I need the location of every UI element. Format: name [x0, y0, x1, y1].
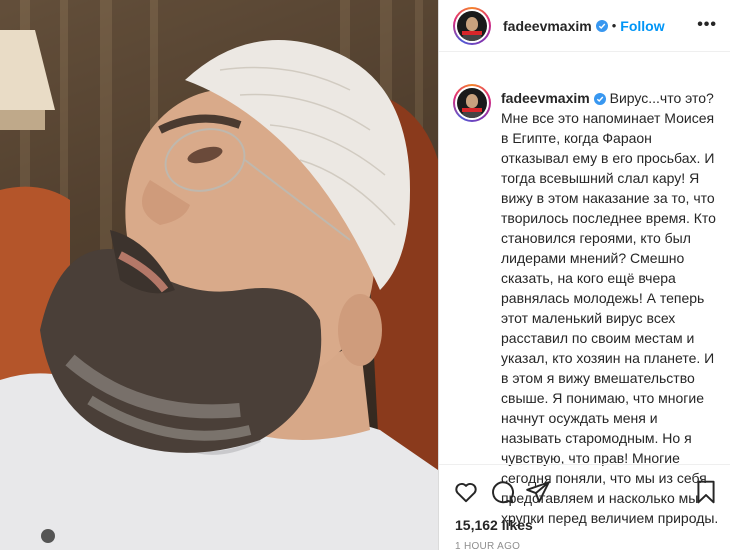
- post-sidebar: fadeevmaxim • Follow ••• fadeevmaxim Вир…: [438, 0, 730, 550]
- more-options-icon[interactable]: •••: [697, 16, 717, 34]
- follow-button[interactable]: Follow: [620, 18, 664, 34]
- caption-avatar[interactable]: [453, 84, 491, 122]
- verified-badge-icon: [593, 93, 606, 105]
- bookmark-icon[interactable]: [693, 479, 719, 505]
- author-avatar[interactable]: [453, 6, 491, 45]
- verified-badge-icon: [595, 19, 608, 32]
- share-icon[interactable]: [525, 479, 551, 505]
- author-username[interactable]: fadeevmaxim: [503, 18, 592, 34]
- caption-body: Вирус...что это? Мне все это напоминает …: [501, 90, 719, 526]
- likes-count[interactable]: 15,162 likes: [455, 517, 533, 533]
- post-actions: 15,162 likes 1 HOUR AGO: [439, 464, 730, 550]
- caption-username[interactable]: fadeevmaxim: [501, 90, 590, 106]
- heart-icon[interactable]: [453, 479, 479, 505]
- comment-icon[interactable]: [489, 479, 515, 505]
- post-timestamp[interactable]: 1 HOUR AGO: [455, 541, 520, 550]
- caption-text-block: fadeevmaxim Вирус...что это? Мне все это…: [501, 88, 719, 528]
- post-caption: fadeevmaxim Вирус...что это? Мне все это…: [453, 84, 723, 528]
- post-photo[interactable]: [0, 0, 438, 550]
- post-photo-illustration: [0, 0, 438, 550]
- post-header: fadeevmaxim • Follow •••: [439, 0, 730, 52]
- header-separator: •: [611, 18, 617, 33]
